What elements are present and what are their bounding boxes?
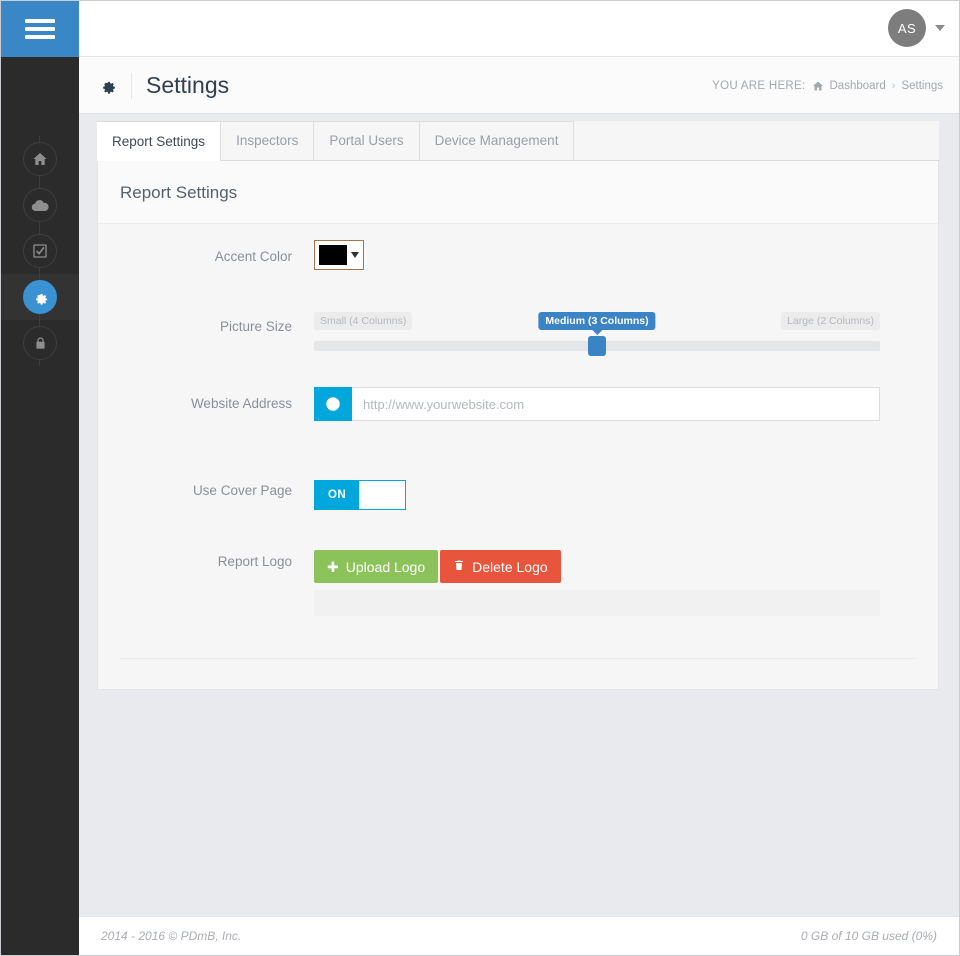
check-square-icon [23, 234, 57, 268]
page-title: Settings [146, 72, 230, 98]
panel-title: Report Settings [120, 183, 238, 202]
report-logo-field: ✚ Upload Logo Delete Logo [314, 540, 938, 616]
website-address-label: Website Address [190, 396, 292, 411]
title-divider [131, 72, 132, 99]
report-logo-label: Report Logo [217, 554, 292, 569]
footer: 2014 - 2016 © PDmB, Inc. 0 GB of 10 GB u… [79, 916, 959, 955]
sidebar-nav [1, 136, 79, 366]
report-logo-actions: ✚ Upload Logo Delete Logo [314, 550, 916, 583]
trash-icon [453, 559, 465, 574]
footer-copyright: 2014 - 2016 © PDmB, Inc. [101, 929, 242, 943]
tab-report-settings[interactable]: Report Settings [97, 121, 222, 161]
form-row-website-address: Website Address [98, 380, 938, 470]
form-row-picture-size: Picture Size Small (4 Columns) Medium (3… [98, 310, 938, 380]
gear-icon [98, 76, 117, 95]
form-row-report-logo: Report Logo ✚ Upload Logo Delete Logo [98, 540, 938, 616]
gear-icon [23, 280, 57, 314]
tab-portal-users[interactable]: Portal Users [314, 121, 420, 160]
toggle-knob [359, 481, 405, 509]
accent-color-picker[interactable] [314, 240, 364, 270]
sidebar [1, 1, 79, 955]
cloud-icon [23, 188, 57, 222]
accent-color-label: Accent Color [214, 249, 292, 264]
hamburger-bars [25, 15, 55, 43]
picture-size-label: Picture Size [219, 319, 292, 334]
sidebar-item-home[interactable] [1, 136, 79, 182]
website-address-input[interactable] [352, 387, 880, 421]
user-menu[interactable]: AS [888, 9, 945, 47]
panel-body: Accent Color Picture Size Small (4 Colum… [98, 224, 938, 687]
globe-icon [314, 387, 352, 421]
slider-label-large: Large (2 Columns) [781, 312, 880, 330]
lock-icon [23, 326, 57, 360]
website-address-field [314, 380, 938, 421]
upload-logo-button[interactable]: ✚ Upload Logo [314, 550, 439, 583]
sidebar-item-cloud[interactable] [1, 182, 79, 228]
tab-inspectors[interactable]: Inspectors [221, 121, 315, 160]
toggle-state-label: ON [315, 481, 359, 509]
tabs-panel-wrap: Report Settings Inspectors Portal Users … [97, 121, 939, 690]
chevron-down-icon [935, 25, 945, 31]
caret-down-icon [351, 252, 359, 258]
slider-tooltip-selected: Medium (3 Columns) [538, 312, 656, 330]
breadcrumb: YOU ARE HERE: Dashboard › Settings [712, 57, 943, 114]
tab-bar: Report Settings Inspectors Portal Users … [97, 121, 939, 161]
hamburger-icon[interactable] [1, 1, 79, 57]
breadcrumb-item-dashboard[interactable]: Dashboard [830, 80, 886, 92]
sidebar-item-settings[interactable] [1, 274, 79, 320]
upload-logo-label: Upload Logo [345, 558, 426, 575]
tab-device-management[interactable]: Device Management [419, 121, 575, 160]
plus-icon: ✚ [327, 558, 339, 575]
color-swatch [319, 245, 347, 265]
slider-handle[interactable] [588, 336, 606, 356]
website-input-group [314, 387, 880, 421]
panel-bottom-space [98, 659, 938, 687]
delete-logo-button[interactable]: Delete Logo [440, 550, 561, 583]
tab-filler [574, 121, 939, 160]
footer-storage: 0 GB of 10 GB used (0%) [800, 929, 937, 943]
avatar: AS [888, 9, 926, 47]
use-cover-page-label: Use Cover Page [192, 483, 292, 498]
report-logo-dropzone[interactable] [314, 590, 880, 616]
breadcrumb-separator: › [891, 79, 896, 92]
breadcrumb-item-settings[interactable]: Settings [901, 80, 943, 92]
sidebar-item-inspections[interactable] [1, 228, 79, 274]
use-cover-page-toggle[interactable]: ON [314, 480, 406, 510]
page-title-wrap: Settings [98, 57, 229, 114]
home-icon [23, 142, 57, 176]
topbar: AS [79, 1, 959, 57]
app-window: AS Settings YOU ARE HERE: Dashboard › Se… [0, 0, 960, 956]
page-header: Settings YOU ARE HERE: Dashboard › Setti… [79, 57, 959, 114]
accent-color-field [314, 240, 938, 270]
settings-panel: Report Settings Accent Color Picture Siz… [97, 161, 939, 690]
use-cover-page-field: ON [314, 470, 938, 510]
form-row-accent-color: Accent Color [98, 240, 938, 310]
picture-size-field: Small (4 Columns) Medium (3 Columns) Lar… [314, 310, 938, 356]
delete-logo-label: Delete Logo [472, 558, 548, 575]
form-row-use-cover-page: Use Cover Page ON [98, 470, 938, 540]
slider-label-small: Small (4 Columns) [314, 312, 413, 330]
breadcrumb-prefix: YOU ARE HERE: [712, 79, 806, 92]
sidebar-item-security[interactable] [1, 320, 79, 366]
panel-heading: Report Settings [98, 161, 938, 224]
home-icon [812, 80, 824, 92]
content-area: Report Settings Inspectors Portal Users … [79, 114, 959, 916]
